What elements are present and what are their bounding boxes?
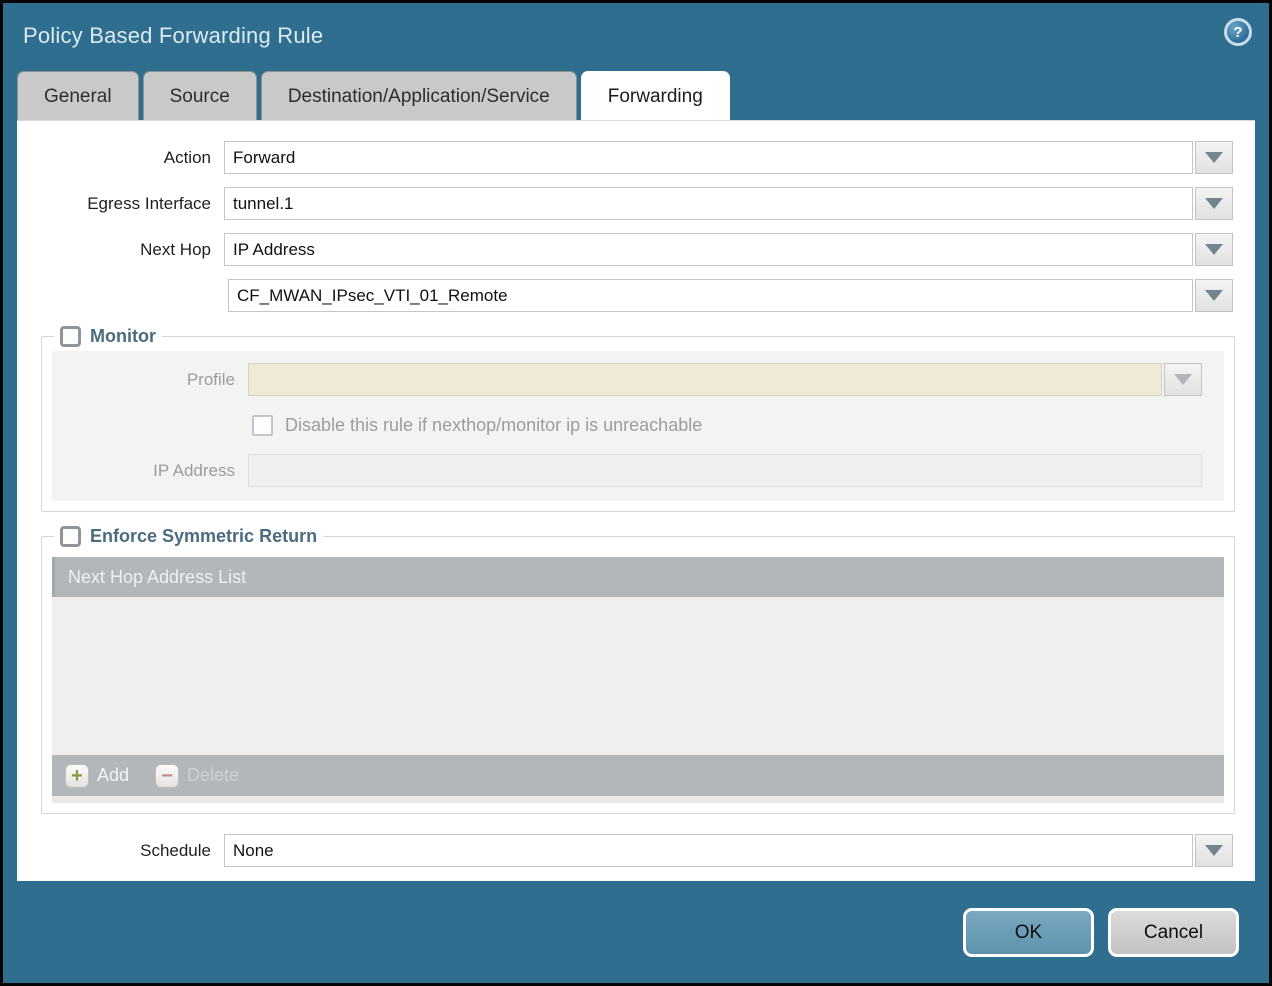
forwarding-tab-panel: Action Egress Interface Next Hop bbox=[17, 120, 1255, 881]
chevron-down-icon bbox=[1205, 198, 1223, 209]
schedule-dropdown-button[interactable] bbox=[1195, 834, 1233, 867]
next-hop-type-input[interactable] bbox=[224, 233, 1193, 266]
delete-button[interactable]: − Delete bbox=[155, 764, 239, 788]
egress-interface-combo bbox=[224, 187, 1233, 220]
egress-interface-input[interactable] bbox=[224, 187, 1193, 220]
help-icon[interactable]: ? bbox=[1224, 18, 1252, 46]
monitor-legend-label: Monitor bbox=[90, 326, 156, 347]
minus-icon: − bbox=[155, 764, 179, 788]
schedule-combo bbox=[224, 834, 1233, 867]
tab-destination-application-service[interactable]: Destination/Application/Service bbox=[261, 71, 577, 120]
cancel-button[interactable]: Cancel bbox=[1108, 908, 1239, 957]
action-dropdown-button[interactable] bbox=[1195, 141, 1233, 174]
tab-bar: General Source Destination/Application/S… bbox=[17, 71, 1255, 120]
profile-input bbox=[248, 363, 1162, 396]
schedule-row: Schedule bbox=[17, 834, 1233, 867]
action-input[interactable] bbox=[224, 141, 1193, 174]
monitor-group: Monitor Profile Disable this rule if nex… bbox=[41, 326, 1235, 512]
next-hop-label: Next Hop bbox=[17, 240, 224, 260]
schedule-input[interactable] bbox=[224, 834, 1193, 867]
egress-interface-label: Egress Interface bbox=[17, 194, 224, 214]
next-hop-address-list-header: Next Hop Address List bbox=[52, 557, 1224, 597]
tab-forwarding[interactable]: Forwarding bbox=[581, 71, 730, 120]
monitor-ip-address-label: IP Address bbox=[64, 461, 248, 481]
profile-combo bbox=[248, 363, 1202, 396]
tab-source[interactable]: Source bbox=[143, 71, 257, 120]
enforce-symmetric-return-legend-label: Enforce Symmetric Return bbox=[90, 526, 317, 547]
monitor-legend: Monitor bbox=[54, 326, 162, 347]
monitor-panel: Profile Disable this rule if nexthop/mon… bbox=[52, 351, 1224, 501]
disable-rule-row: Disable this rule if nexthop/monitor ip … bbox=[252, 412, 1210, 438]
profile-dropdown-button bbox=[1164, 363, 1202, 396]
disable-rule-checkbox[interactable] bbox=[252, 415, 273, 436]
dialog-footer: OK Cancel bbox=[963, 908, 1239, 957]
policy-based-forwarding-dialog: Policy Based Forwarding Rule ? General S… bbox=[0, 0, 1272, 986]
chevron-down-icon bbox=[1205, 244, 1223, 255]
enforce-symmetric-return-legend: Enforce Symmetric Return bbox=[54, 526, 323, 547]
chevron-down-icon bbox=[1174, 374, 1192, 385]
enforce-symmetric-return-checkbox[interactable] bbox=[60, 526, 81, 547]
next-hop-address-list-toolbar: + Add − Delete bbox=[52, 755, 1224, 796]
disable-rule-label: Disable this rule if nexthop/monitor ip … bbox=[285, 415, 702, 436]
ok-button[interactable]: OK bbox=[963, 908, 1094, 957]
add-button[interactable]: + Add bbox=[65, 764, 129, 788]
next-hop-address-combo bbox=[228, 279, 1233, 312]
next-hop-row: Next Hop bbox=[17, 233, 1233, 266]
next-hop-address-list-table: Next Hop Address List + Add − Delete bbox=[52, 557, 1224, 803]
tab-general[interactable]: General bbox=[17, 71, 139, 120]
title-bar: Policy Based Forwarding Rule ? bbox=[3, 3, 1269, 68]
enforce-symmetric-return-group: Enforce Symmetric Return Next Hop Addres… bbox=[41, 526, 1235, 814]
profile-row: Profile bbox=[64, 363, 1202, 396]
next-hop-address-dropdown-button[interactable] bbox=[1195, 279, 1233, 312]
action-row: Action bbox=[17, 141, 1233, 174]
next-hop-address-input[interactable] bbox=[228, 279, 1193, 312]
action-combo bbox=[224, 141, 1233, 174]
monitor-checkbox[interactable] bbox=[60, 326, 81, 347]
table-bottom-strip bbox=[52, 796, 1224, 803]
next-hop-combo bbox=[224, 233, 1233, 266]
dialog-title: Policy Based Forwarding Rule bbox=[23, 23, 323, 49]
chevron-down-icon bbox=[1205, 152, 1223, 163]
profile-label: Profile bbox=[64, 370, 248, 390]
plus-icon: + bbox=[65, 764, 89, 788]
next-hop-address-list-body[interactable] bbox=[52, 597, 1224, 755]
chevron-down-icon bbox=[1205, 290, 1223, 301]
next-hop-dropdown-button[interactable] bbox=[1195, 233, 1233, 266]
egress-interface-row: Egress Interface bbox=[17, 187, 1233, 220]
delete-button-label: Delete bbox=[187, 765, 239, 786]
monitor-ip-address-input bbox=[248, 454, 1202, 487]
chevron-down-icon bbox=[1205, 845, 1223, 856]
add-button-label: Add bbox=[97, 765, 129, 786]
schedule-label: Schedule bbox=[17, 841, 224, 861]
next-hop-address-row bbox=[17, 279, 1233, 312]
action-label: Action bbox=[17, 148, 224, 168]
egress-interface-dropdown-button[interactable] bbox=[1195, 187, 1233, 220]
monitor-ip-address-row: IP Address bbox=[64, 454, 1202, 487]
monitor-ip-address-combo bbox=[248, 454, 1202, 487]
